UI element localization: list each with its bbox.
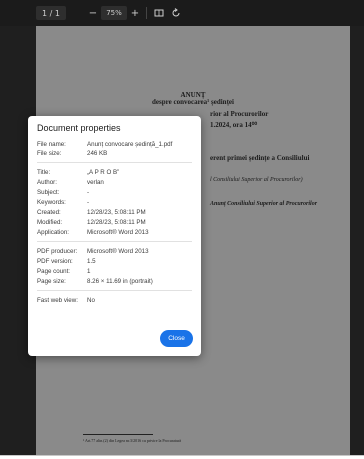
page-indicator-label: 1 / 1 bbox=[42, 8, 60, 18]
property-label: File name: bbox=[37, 141, 66, 148]
property-value: verlan bbox=[87, 179, 104, 186]
page-indicator[interactable]: 1 / 1 bbox=[36, 6, 66, 20]
property-label: Modified: bbox=[37, 219, 63, 226]
rotate-icon[interactable] bbox=[169, 6, 183, 20]
property-value: - bbox=[87, 199, 90, 206]
section-divider bbox=[37, 241, 192, 242]
property-label: Fast web view: bbox=[37, 297, 78, 304]
property-value: 12/28/23, 5:08:11 PM bbox=[87, 209, 146, 216]
property-value: 1 bbox=[87, 268, 91, 275]
property-label: Page size: bbox=[37, 278, 66, 285]
doc-footnote: ¹ Art.77 alin.(2) din Legea nr.3/2016 cu… bbox=[83, 438, 182, 443]
property-value: 8.26 × 11.69 in (portrait) bbox=[87, 278, 153, 285]
property-label: Created: bbox=[37, 209, 61, 216]
toolbar-divider bbox=[146, 7, 147, 19]
doc-line-italic-1: l Consiliului Superior al Procurorilor) bbox=[210, 177, 303, 183]
zoom-in-button[interactable]: + bbox=[129, 6, 141, 20]
document-properties-dialog: Document properties File name: Anunț con… bbox=[28, 116, 201, 356]
vertical-scrollbar[interactable] bbox=[356, 0, 360, 455]
property-value: - bbox=[87, 189, 90, 196]
doc-line-italic-2: Anunț Consiliului Superior al Procuroril… bbox=[210, 201, 318, 207]
property-label: PDF version: bbox=[37, 258, 73, 265]
property-label: Application: bbox=[37, 229, 69, 236]
doc-line-subject: erent primei ședințe a Consiliului bbox=[210, 154, 310, 162]
property-label: Author: bbox=[37, 179, 57, 186]
section-divider bbox=[37, 290, 192, 291]
close-button[interactable]: Close bbox=[160, 330, 193, 347]
section-divider bbox=[37, 162, 192, 163]
property-label: Title: bbox=[37, 169, 51, 176]
doc-line-date: 1.2024, ora 14⁰⁰ bbox=[210, 121, 258, 129]
footnote-rule bbox=[83, 434, 153, 435]
property-label: File size: bbox=[37, 150, 62, 157]
zoom-level-input[interactable]: 75% bbox=[101, 6, 127, 20]
zoom-out-button[interactable]: − bbox=[87, 6, 99, 20]
dialog-title: Document properties bbox=[37, 123, 121, 133]
property-value: 246 KB bbox=[87, 150, 108, 157]
property-label: PDF producer: bbox=[37, 248, 78, 255]
property-value: 12/28/23, 5:08:11 PM bbox=[87, 219, 146, 226]
bottom-border bbox=[0, 455, 364, 456]
doc-line-superior: rior al Procurorilor bbox=[210, 110, 269, 118]
fit-to-page-icon[interactable] bbox=[152, 6, 166, 20]
property-label: Subject: bbox=[37, 189, 60, 196]
property-value: Anunț convocare ședință_1.pdf bbox=[87, 141, 173, 148]
property-label: Page count: bbox=[37, 268, 71, 275]
property-label: Keywords: bbox=[37, 199, 66, 206]
property-value: Microsoft® Word 2013 bbox=[87, 248, 149, 255]
property-value: No bbox=[87, 297, 95, 304]
property-value: „A P R O B” bbox=[87, 169, 120, 176]
property-value: Microsoft® Word 2013 bbox=[87, 229, 149, 236]
property-value: 1.5 bbox=[87, 258, 96, 265]
doc-subheading: despre convocarea¹ ședinței bbox=[152, 98, 234, 106]
viewer-toolbar: 1 / 1 − 75% + bbox=[0, 0, 364, 26]
